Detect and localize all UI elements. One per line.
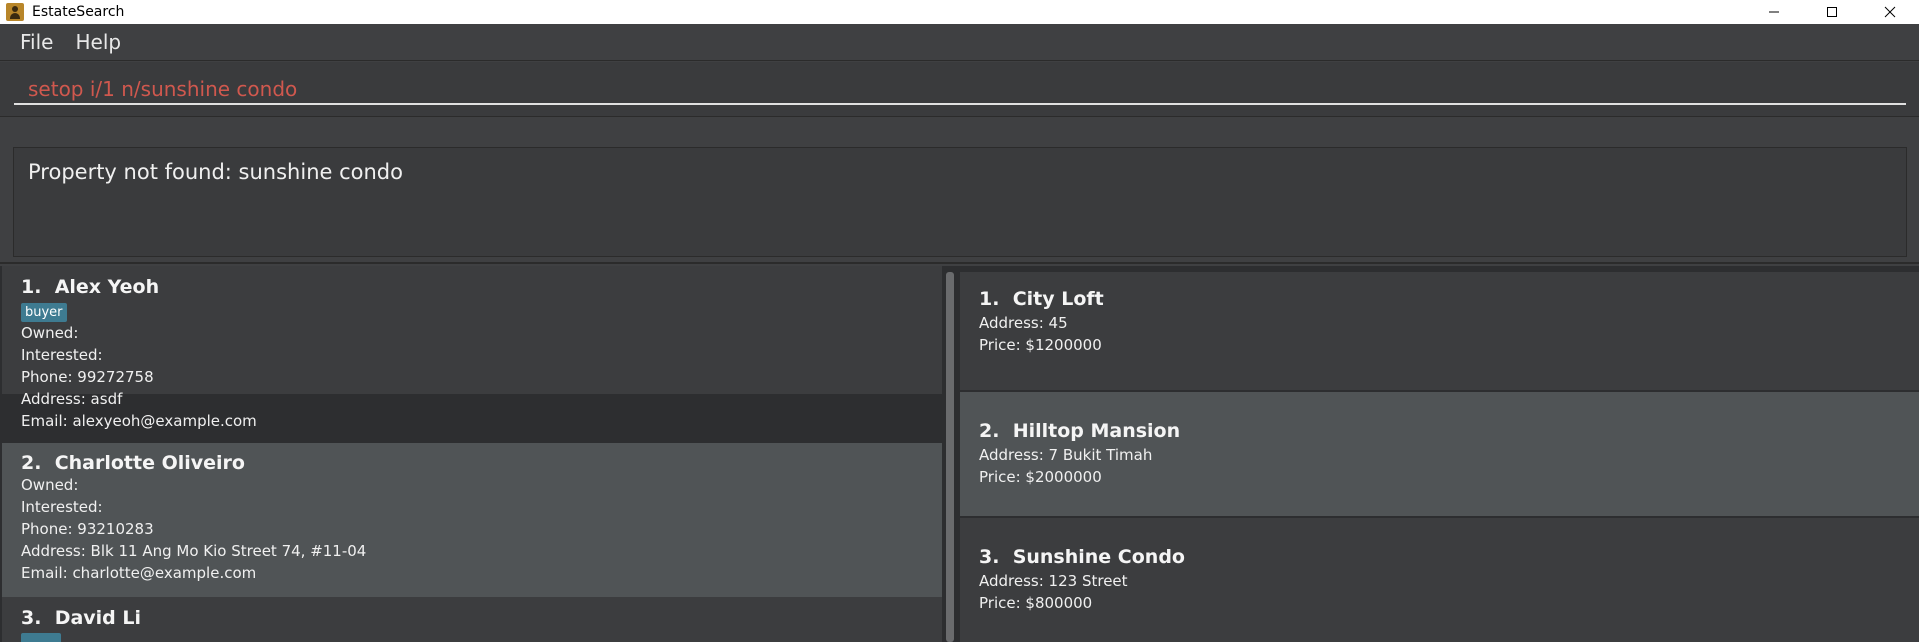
property-title: 3. Sunshine Condo (979, 546, 1919, 568)
menu-file[interactable]: File (20, 28, 53, 56)
command-input[interactable] (14, 75, 1906, 105)
window-controls (1745, 0, 1919, 24)
property-index: 1. (979, 288, 1000, 310)
person-card[interactable]: 2. Charlotte Oliveiro Owned: Interested:… (2, 443, 942, 597)
person-name: David Li (54, 607, 142, 629)
person-interested: Interested: (21, 346, 103, 364)
person-phone: Phone: 93210283 (21, 520, 154, 538)
person-card[interactable]: 3. David Li (2, 597, 942, 642)
property-address: Address: 45 (979, 314, 1068, 332)
property-price: Price: $2000000 (979, 468, 1102, 486)
scrollbar-thumb[interactable] (946, 272, 954, 642)
person-title: 3. David Li (21, 607, 942, 629)
close-icon[interactable] (1861, 0, 1919, 24)
person-email: Email: charlotte@example.com (21, 564, 257, 582)
property-price: Price: $800000 (979, 594, 1093, 612)
person-tag: buyer (21, 303, 67, 322)
property-card[interactable]: 3. Sunshine Condo Address: 123 Street Pr… (960, 518, 1919, 642)
menu-bar: File Help (0, 24, 1919, 61)
person-name: Alex Yeoh (54, 276, 160, 298)
person-title: 2. Charlotte Oliveiro (21, 452, 942, 474)
property-list[interactable]: 1. City Loft Address: 45 Price: $1200000… (960, 266, 1919, 642)
property-card[interactable]: 2. Hilltop Mansion Address: 7 Bukit Tima… (960, 392, 1919, 516)
person-card[interactable]: 1. Alex Yeoh buyer Owned: Interested: Ph… (2, 266, 942, 430)
person-list-scrollbar[interactable] (944, 272, 956, 642)
person-owned: Owned: (21, 324, 79, 342)
person-tag (21, 633, 61, 642)
property-name: Hilltop Mansion (1012, 420, 1181, 442)
person-interested: Interested: (21, 498, 103, 516)
property-title: 1. City Loft (979, 288, 1919, 310)
result-display-area: Property not found: sunshine condo (0, 118, 1919, 264)
person-address: Address: asdf (21, 390, 123, 408)
person-name: Charlotte Oliveiro (54, 452, 245, 474)
property-title: 2. Hilltop Mansion (979, 420, 1919, 442)
property-address: Address: 123 Street (979, 572, 1128, 590)
person-index: 1. (21, 276, 42, 298)
person-index: 3. (21, 607, 42, 629)
property-name: City Loft (1012, 288, 1104, 310)
command-box (0, 62, 1919, 117)
person-address: Address: Blk 11 Ang Mo Kio Street 74, #1… (21, 542, 367, 560)
property-address: Address: 7 Bukit Timah (979, 446, 1153, 464)
minimize-icon[interactable] (1745, 0, 1803, 24)
person-index: 2. (21, 452, 42, 474)
person-owned: Owned: (21, 476, 79, 494)
property-index: 2. (979, 420, 1000, 442)
property-card[interactable]: 1. City Loft Address: 45 Price: $1200000 (960, 272, 1919, 390)
property-name: Sunshine Condo (1012, 546, 1185, 568)
lists-panel: 1. Alex Yeoh buyer Owned: Interested: Ph… (0, 266, 1919, 642)
window-title: EstateSearch (32, 4, 125, 20)
result-display: Property not found: sunshine condo (13, 147, 1907, 257)
person-email: Email: alexyeoh@example.com (21, 412, 257, 430)
app-icon (6, 3, 24, 21)
window-titlebar: EstateSearch (0, 0, 1919, 24)
menu-help[interactable]: Help (75, 28, 121, 56)
person-list[interactable]: 1. Alex Yeoh buyer Owned: Interested: Ph… (2, 266, 942, 642)
person-title: 1. Alex Yeoh (21, 276, 942, 298)
property-price: Price: $1200000 (979, 336, 1102, 354)
maximize-icon[interactable] (1803, 0, 1861, 24)
person-phone: Phone: 99272758 (21, 368, 154, 386)
property-index: 3. (979, 546, 1000, 568)
